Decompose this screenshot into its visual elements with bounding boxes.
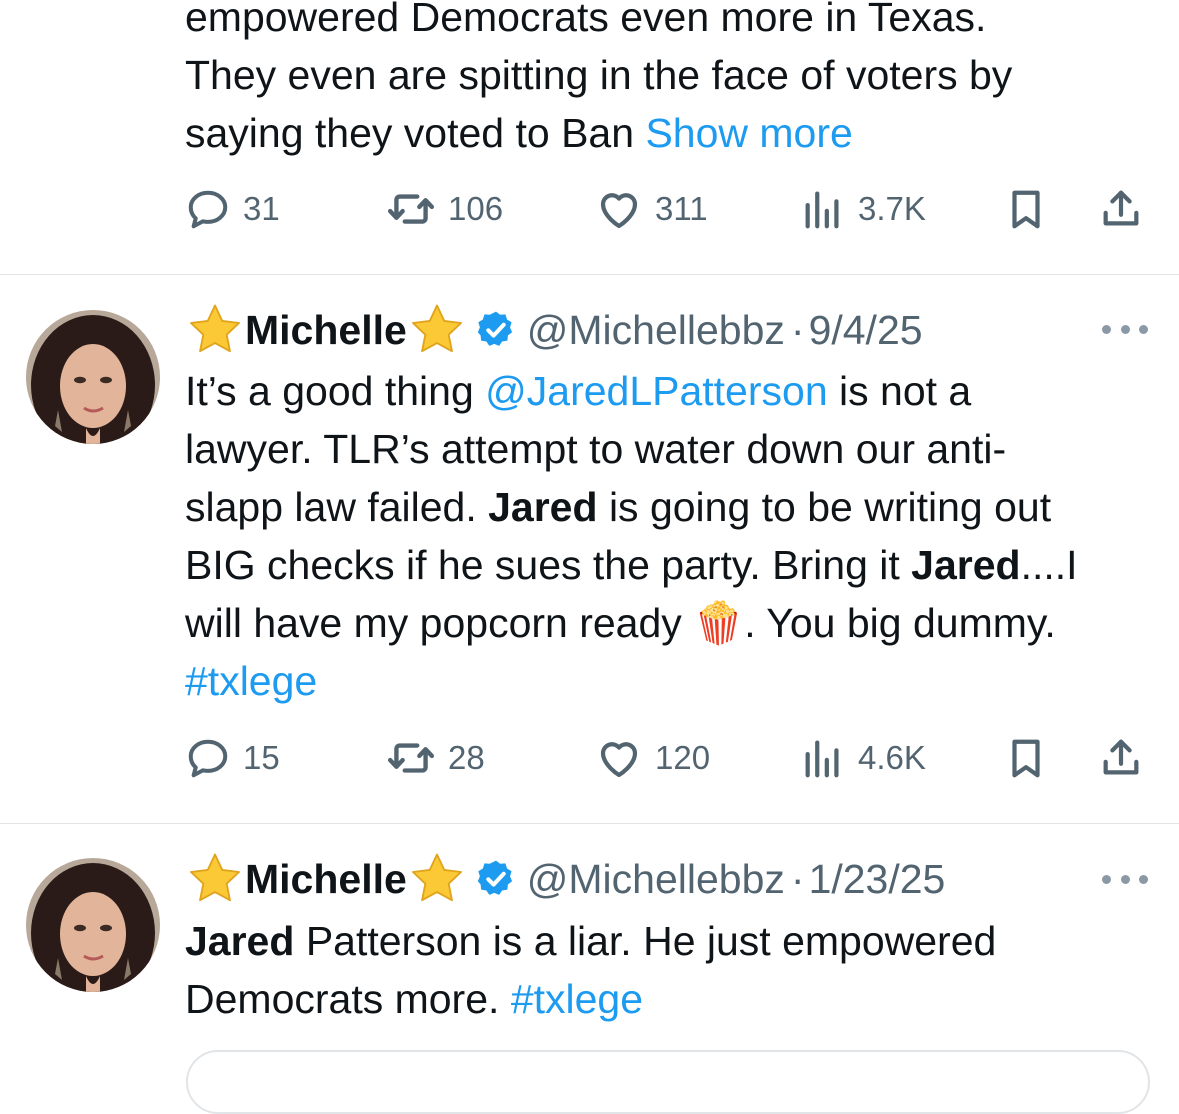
divider: [0, 823, 1179, 824]
hashtag-link[interactable]: #txlege: [511, 976, 643, 1022]
reply-bubble-icon: [185, 186, 231, 232]
repost-arrows-icon: [386, 733, 436, 783]
tweet-2-line: BIG checks if he sues the party. Bring i…: [185, 536, 1160, 594]
repost-button[interactable]: 106: [386, 179, 503, 239]
tweet-2-text-6: BIG checks if he sues the party. Bring i…: [185, 542, 912, 588]
views-count: 4.6K: [858, 739, 926, 776]
reply-button[interactable]: 15: [185, 728, 280, 788]
like-button[interactable]: 120: [595, 728, 710, 788]
more-dots-icon[interactable]: [1102, 872, 1148, 886]
verified-badge-icon: [475, 309, 517, 351]
star-emoji-icon: [407, 851, 467, 907]
tweet-2-text-4: slapp law failed.: [185, 484, 489, 530]
tweet-3-text-2: Democrats more.: [185, 976, 511, 1022]
share-upload-icon: [1098, 735, 1144, 781]
like-count: 311: [655, 190, 708, 227]
bold-jared: Jared: [488, 484, 598, 530]
display-name[interactable]: Michelle: [245, 856, 407, 903]
like-button[interactable]: 311: [595, 179, 708, 239]
reply-bubble-icon: [185, 735, 231, 781]
tweet-1-line-3-text: saying they voted to Ban: [185, 110, 635, 156]
tweet-2-line: will have my popcorn ready 🍿. You big du…: [185, 594, 1160, 652]
views-button[interactable]: 4.6K: [800, 728, 926, 788]
bold-jared: Jared: [911, 542, 1021, 588]
tweet-2-text-1: It’s a good thing: [185, 368, 486, 414]
share-button[interactable]: [1098, 728, 1144, 788]
hashtag-link[interactable]: #txlege: [185, 658, 317, 704]
mention-link[interactable]: @JaredLPatterson: [485, 368, 827, 414]
bold-jared: Jared: [185, 918, 295, 964]
tweet-2-line: lawyer. TLR’s attempt to water down our …: [185, 426, 1007, 472]
tweet-3-header: Michelle @Michellebbz · 1/23/25: [185, 849, 945, 909]
more-dots-icon[interactable]: [1102, 322, 1148, 336]
share-button[interactable]: [1098, 179, 1144, 239]
handle[interactable]: @Michellebbz: [527, 856, 785, 903]
star-emoji-icon: [407, 302, 467, 358]
tweet-1-actions: 31 106 311 3.7K: [0, 179, 1179, 239]
quoted-card[interactable]: [186, 1050, 1150, 1114]
tweet-date[interactable]: 1/23/25: [809, 856, 946, 903]
tweet-3-line: Jared Patterson is a liar. He just empow…: [185, 912, 1160, 970]
verified-badge-icon: [475, 858, 517, 900]
avatar[interactable]: [26, 858, 160, 992]
bar-chart-icon: [800, 186, 846, 232]
tweet-2-text-2: is not a: [827, 368, 972, 414]
repost-button[interactable]: 28: [386, 728, 485, 788]
separator-dot: ·: [790, 855, 805, 902]
repost-count: 106: [448, 190, 504, 227]
tweet-1-line-2: They even are spitting in the face of vo…: [185, 52, 1013, 98]
tweet-2-line: #txlege: [185, 652, 1160, 710]
popcorn-emoji: 🍿: [693, 600, 745, 646]
reply-button[interactable]: 31: [185, 179, 280, 239]
show-more-link[interactable]: Show more: [645, 110, 852, 156]
reply-count: 31: [243, 190, 280, 227]
handle[interactable]: @Michellebbz: [527, 307, 785, 354]
tweet-1-line-3: saying they voted to Ban Show more: [185, 104, 1160, 162]
repost-arrows-icon: [386, 184, 436, 234]
star-emoji-icon: [185, 851, 245, 907]
separator-dot: ·: [790, 306, 805, 353]
tweet-2-line: slapp law failed. Jared is going to be w…: [185, 478, 1160, 536]
heart-icon: [595, 185, 643, 233]
tweet-3-text-1: Patterson is a liar. He just empowered: [294, 918, 997, 964]
tweet-2-text-8: will have my popcorn ready: [185, 600, 694, 646]
tweet-2-line: It’s a good thing @JaredLPatterson is no…: [185, 362, 1160, 420]
bar-chart-icon: [800, 735, 846, 781]
tweet-2-text: It’s a good thing @JaredLPatterson is no…: [185, 362, 1160, 710]
views-button[interactable]: 3.7K: [800, 179, 926, 239]
tweet-2-text-7: ....I: [1020, 542, 1078, 588]
bookmark-button[interactable]: [1003, 179, 1049, 239]
bookmark-icon: [1003, 735, 1049, 781]
star-emoji-icon: [185, 302, 245, 358]
bookmark-icon: [1003, 186, 1049, 232]
tweet-date[interactable]: 9/4/25: [809, 307, 923, 354]
avatar[interactable]: [26, 310, 160, 444]
tweet-2-actions: 15 28 120 4.6K: [0, 728, 1179, 788]
heart-icon: [595, 734, 643, 782]
share-upload-icon: [1098, 186, 1144, 232]
reply-count: 15: [243, 739, 280, 776]
tweet-2-header: Michelle @Michellebbz · 9/4/25: [185, 300, 923, 360]
tweet-2-text-5: is going to be writing out: [597, 484, 1052, 530]
tweet-1-text: empowered Democrats even more in Texas. …: [185, 0, 1160, 162]
tweet-3-text: Jared Patterson is a liar. He just empow…: [185, 912, 1160, 1028]
repost-count: 28: [448, 739, 485, 776]
divider: [0, 274, 1179, 275]
bookmark-button[interactable]: [1003, 728, 1049, 788]
tweet-1-line-1: empowered Democrats even more in Texas.: [185, 0, 987, 40]
tweet-2-text-9: . You big dummy.: [744, 600, 1056, 646]
display-name[interactable]: Michelle: [245, 307, 407, 354]
like-count: 120: [655, 739, 711, 776]
views-count: 3.7K: [858, 190, 926, 227]
tweet-3-line: Democrats more. #txlege: [185, 970, 1160, 1028]
